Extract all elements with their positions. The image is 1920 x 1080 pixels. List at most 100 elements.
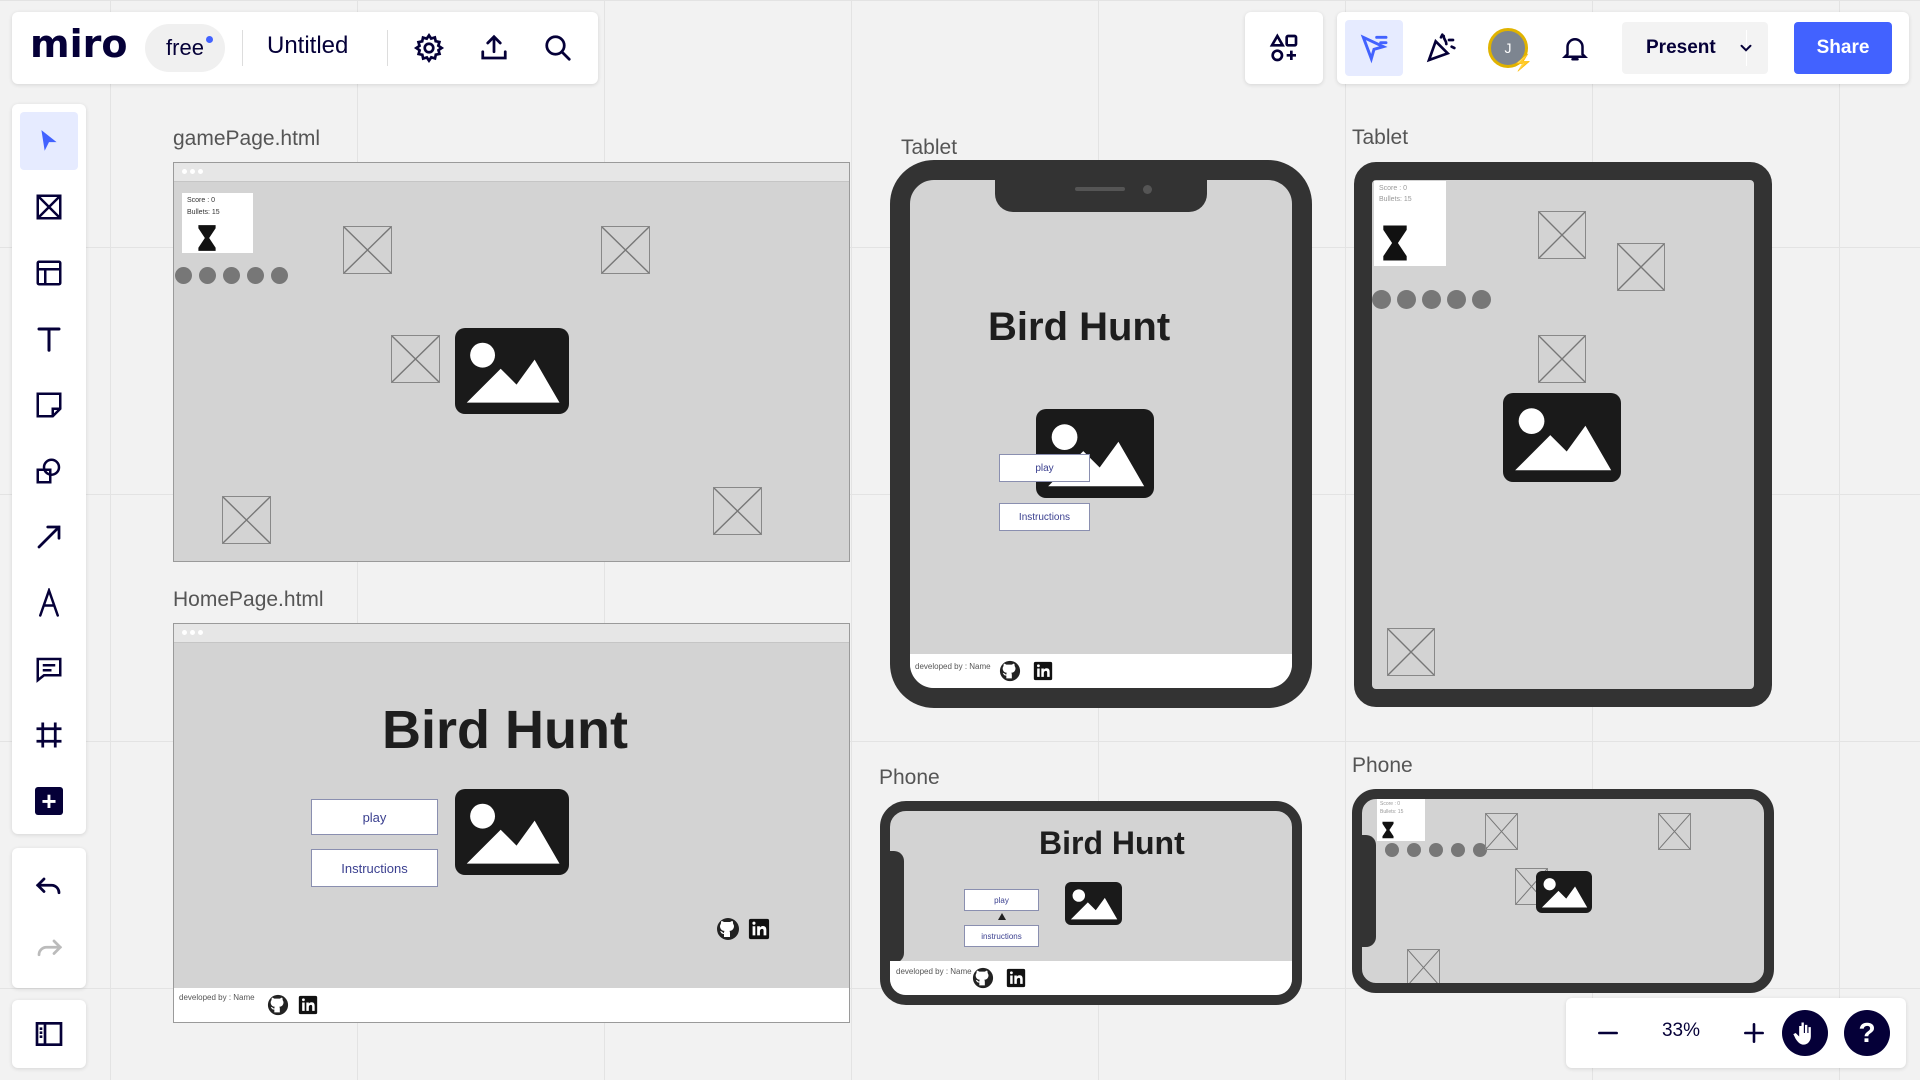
instructions-button[interactable]: Instructions (999, 503, 1090, 531)
undo-icon[interactable] (20, 860, 78, 918)
help-icon[interactable]: ? (1844, 1010, 1890, 1056)
developer-credit: developed by : Name (179, 993, 255, 1002)
device-notch (1362, 835, 1376, 947)
fast-forward-icon[interactable] (271, 267, 288, 284)
zoom-in-icon[interactable] (1732, 1011, 1776, 1055)
device-notch (995, 180, 1207, 212)
stop-icon[interactable] (1407, 843, 1421, 857)
play-icon[interactable] (1451, 843, 1465, 857)
game-phone-wireframe[interactable]: Score : 0 Bullets: 15 (1352, 789, 1774, 993)
image-icon (455, 789, 569, 875)
media-controls (175, 267, 295, 284)
game-desktop-wireframe[interactable]: Score : 0 Bullets: 15 (173, 162, 850, 562)
footer: developed by : Name (174, 988, 849, 1022)
developer-credit: developed by : Name (915, 662, 991, 671)
present-button[interactable]: Present (1622, 22, 1768, 74)
select-cursor-icon[interactable] (20, 112, 78, 170)
play-icon[interactable] (1447, 290, 1466, 309)
frame-label[interactable]: Tablet (1352, 126, 1408, 150)
pause-icon[interactable] (1372, 290, 1391, 309)
comment-icon[interactable] (20, 640, 78, 698)
rewind-icon[interactable] (1422, 290, 1441, 309)
play-icon[interactable] (247, 267, 264, 284)
github-icon[interactable] (971, 966, 995, 990)
image-placeholder (601, 226, 650, 274)
github-icon[interactable] (998, 659, 1022, 683)
board-title[interactable]: Untitled (267, 32, 348, 60)
share-button[interactable]: Share (1794, 22, 1892, 74)
rewind-icon[interactable] (1429, 843, 1443, 857)
bell-icon[interactable] (1546, 20, 1604, 76)
github-icon[interactable] (266, 993, 290, 1017)
instructions-button[interactable]: instructions (964, 925, 1039, 947)
hourglass-icon (194, 223, 220, 253)
history-toolbar (12, 848, 86, 988)
frame-icon[interactable] (20, 706, 78, 764)
image-placeholder (1485, 813, 1518, 850)
fast-forward-icon[interactable] (1472, 290, 1491, 309)
image-icon (1536, 871, 1592, 913)
home-phone-wireframe[interactable]: Bird Hunt play instructions developed by… (880, 801, 1302, 1005)
gear-icon[interactable] (407, 26, 451, 70)
sticky-note-icon[interactable] (20, 376, 78, 434)
instructions-button[interactable]: Instructions (311, 849, 438, 887)
device-notch (890, 851, 904, 963)
frame-template-icon[interactable] (20, 178, 78, 236)
play-button[interactable]: play (311, 799, 438, 835)
connector-arrow-icon[interactable] (20, 508, 78, 566)
rewind-icon[interactable] (223, 267, 240, 284)
pause-icon[interactable] (1385, 843, 1399, 857)
search-icon[interactable] (536, 26, 580, 70)
hand-pan-icon[interactable] (1782, 1010, 1828, 1056)
bullets-text: Bullets: 15 (1380, 809, 1404, 815)
plan-badge[interactable]: free (145, 24, 225, 72)
celebrate-icon[interactable] (1412, 20, 1470, 76)
zoom-level[interactable]: 33% (1646, 1020, 1716, 1042)
browser-bar (174, 624, 849, 643)
frame-label[interactable]: HomePage.html (173, 588, 324, 612)
avatar[interactable]: J ⚡ (1479, 20, 1537, 76)
github-icon[interactable] (715, 916, 741, 942)
frame-label[interactable]: gamePage.html (173, 127, 320, 151)
linkedin-icon[interactable] (296, 993, 320, 1017)
more-apps-plus-icon[interactable]: + (20, 772, 78, 830)
chevron-down-icon[interactable] (1732, 34, 1760, 62)
pen-icon[interactable] (20, 574, 78, 632)
hourglass-icon (1380, 821, 1396, 839)
image-icon (1065, 882, 1122, 925)
collab-toolbar: J ⚡ Present Share (1337, 12, 1909, 84)
home-desktop-wireframe[interactable]: Bird Hunt play Instructions developed by… (173, 623, 850, 1023)
score-panel: Score : 0 Bullets: 15 (182, 193, 253, 253)
miro-logo[interactable]: miro (30, 22, 127, 66)
avatar-initial: J (1504, 40, 1512, 56)
board-header: miro free Untitled (12, 12, 598, 84)
linkedin-icon[interactable] (746, 916, 772, 942)
stop-icon[interactable] (199, 267, 216, 284)
redo-icon[interactable] (20, 922, 78, 980)
divider (242, 30, 243, 66)
templates-icon[interactable] (20, 244, 78, 302)
plan-dot (206, 36, 213, 43)
shapes-icon[interactable] (20, 442, 78, 500)
play-button[interactable]: play (999, 454, 1090, 482)
play-button[interactable]: play (964, 889, 1039, 911)
frame-label[interactable]: Phone (1352, 754, 1413, 778)
apps-add-icon[interactable] (1262, 26, 1306, 70)
stop-icon[interactable] (1397, 290, 1416, 309)
text-icon[interactable] (20, 310, 78, 368)
game-tablet-wireframe[interactable]: Score : 0 Bullets: 15 (1354, 162, 1772, 707)
frame-label[interactable]: Phone (879, 766, 940, 790)
linkedin-icon[interactable] (1031, 659, 1055, 683)
upload-icon[interactable] (472, 26, 516, 70)
left-toolbar: + (12, 104, 86, 834)
image-placeholder (1407, 949, 1440, 983)
cursor-marker (998, 913, 1006, 920)
linkedin-icon[interactable] (1004, 966, 1028, 990)
image-icon (455, 328, 569, 414)
home-tablet-wireframe[interactable]: Bird Hunt play Instructions developed by… (890, 160, 1312, 708)
sidebar-toggle-icon[interactable] (20, 1005, 78, 1063)
pause-icon[interactable] (175, 267, 192, 284)
frame-label[interactable]: Tablet (901, 136, 957, 160)
zoom-out-icon[interactable] (1586, 1011, 1630, 1055)
reactions-cursor-icon[interactable] (1345, 20, 1403, 76)
